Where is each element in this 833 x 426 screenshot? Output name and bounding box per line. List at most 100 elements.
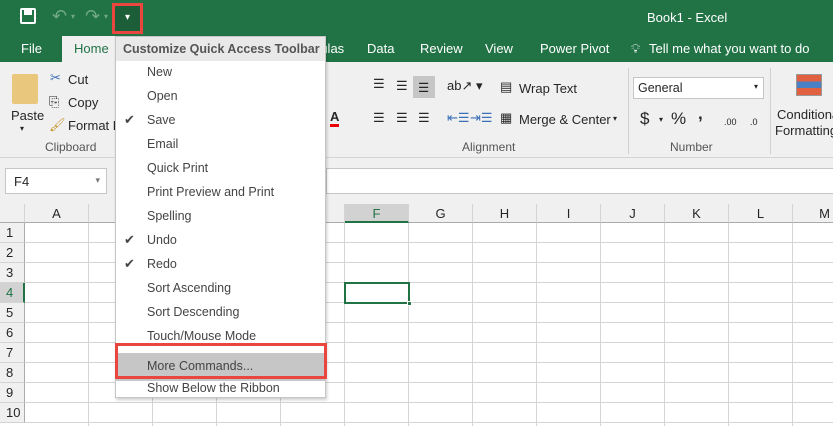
row-header[interactable]: 1 [0,223,25,243]
menu-item[interactable]: ✔ Save [116,109,325,133]
undo-icon[interactable]: ↶ [52,6,67,27]
wrap-text-icon: ▤ [500,79,513,94]
menu-item-label: Spelling [147,209,192,223]
menu-item-label: Save [147,113,176,127]
save-icon[interactable] [20,8,36,24]
customize-dropdown-icon: ▾ [124,12,131,23]
orientation-icon[interactable]: ab↗ ▾ [447,78,483,94]
row-header[interactable]: 3 [0,263,25,283]
column-header[interactable]: L [729,204,793,223]
column-header[interactable]: K [665,204,729,223]
paste-icon [12,74,38,104]
menu-item[interactable]: Sort Ascending [116,277,325,301]
increase-decimal-button[interactable]: .00 [724,117,737,127]
row-header[interactable]: 2 [0,243,25,263]
name-box[interactable]: F4 ▾ [5,168,107,194]
format-painter-button[interactable]: Format P [68,118,121,133]
row-header[interactable]: 8 [0,363,25,383]
menu-title: Customize Quick Access Toolbar [116,37,325,61]
lightbulb-icon: 💡︎ [631,41,641,56]
menu-item[interactable]: Sort Descending [116,301,325,325]
menu-item-label: Touch/Mouse Mode [147,329,257,343]
menu-item[interactable]: Open [116,85,325,109]
top-align-icon[interactable]: ☰ [373,76,385,92]
decrease-indent-icon[interactable]: ⇤☰ [447,110,470,126]
redo-icon[interactable]: ↷ [85,6,100,27]
more-commands-highlight-box [115,343,327,379]
tab-file[interactable]: File [21,41,42,56]
merge-center-icon: ▦ [500,110,513,125]
row-header[interactable]: 7 [0,343,25,363]
menu-item-label: New [147,65,173,79]
checkmark-icon: ✔ [124,112,135,127]
comma-button[interactable]: , [698,104,703,124]
align-center-icon[interactable]: ☰ [396,110,408,126]
row-header[interactable]: 6 [0,323,25,343]
number-format-select[interactable]: General ▾ [633,77,764,99]
tell-me-search[interactable]: Tell me what you want to do [649,41,809,56]
column-header[interactable]: F [345,204,409,223]
menu-item[interactable]: Print Preview and Print [116,181,325,205]
font-color-icon[interactable]: A [330,109,340,127]
paste-button[interactable]: Paste [11,108,44,123]
align-right-icon[interactable]: ☰ [418,110,430,126]
bottom-align-icon[interactable]: ☰ [413,76,435,98]
chevron-down-icon: ▾ [95,175,100,185]
tab-power-pivot[interactable]: Power Pivot [540,41,609,56]
menu-item[interactable]: New [116,61,325,85]
align-left-icon[interactable]: ☰ [373,110,385,126]
cut-icon: ✂ [50,70,61,85]
customize-qat-button[interactable]: ▾ [112,3,143,34]
menu-item[interactable]: ✔ Redo [116,253,325,277]
checkmark-icon: ✔ [124,256,135,271]
redo-dropdown-icon[interactable]: ▾ [104,12,108,21]
tab-view[interactable]: View [485,41,513,56]
middle-align-icon[interactable]: ☰ [396,78,408,94]
menu-item[interactable]: Email [116,133,325,157]
row-header[interactable]: 4 [0,283,25,303]
menu-item-label: Show Below the Ribbon [147,381,280,395]
clipboard-group-label: Clipboard [45,140,97,154]
percent-button[interactable]: % [671,109,686,129]
select-all-corner[interactable] [0,204,25,223]
column-header[interactable]: G [409,204,473,223]
tab-review[interactable]: Review [420,41,463,56]
menu-item[interactable]: Quick Print [116,157,325,181]
row-header[interactable]: 10 [0,403,25,423]
copy-button[interactable]: Copy [68,95,98,110]
column-header[interactable]: J [601,204,665,223]
merge-dropdown-icon[interactable]: ▾ [613,114,617,123]
tab-data[interactable]: Data [367,41,394,56]
chevron-down-icon: ▾ [753,82,758,91]
currency-dropdown-icon[interactable]: ▾ [659,115,663,124]
menu-item-label: Redo [147,257,177,271]
increase-indent-icon[interactable]: ⇥☰ [470,110,493,126]
cut-button[interactable]: Cut [68,72,88,87]
currency-button[interactable]: $ [640,109,649,129]
column-header[interactable]: I [537,204,601,223]
row-header[interactable]: 9 [0,383,25,403]
row-header[interactable]: 5 [0,303,25,323]
title-bar: ↶ ▾ ↷ ▾ ▾ Book1 - Excel [0,0,833,36]
tab-home[interactable]: Home [62,36,116,62]
number-group-label: Number [670,140,713,154]
column-header[interactable]: A [25,204,89,223]
menu-item-label: Sort Ascending [147,281,232,295]
copy-icon: ⎘ [49,94,60,109]
paste-dropdown-icon[interactable]: ▾ [20,124,24,133]
column-header[interactable]: H [473,204,537,223]
conditional-formatting-button[interactable]: Conditional [777,107,833,122]
decrease-decimal-button[interactable]: .0 [750,117,758,127]
merge-center-button[interactable]: Merge & Center [519,112,611,127]
menu-item[interactable]: ✔ Undo [116,229,325,253]
undo-dropdown-icon[interactable]: ▾ [71,12,75,21]
formula-input[interactable] [326,168,833,194]
menu-item[interactable]: Spelling [116,205,325,229]
name-box-value: F4 [14,174,30,189]
menu-item-label: Print Preview and Print [147,185,275,199]
menu-item[interactable]: Show Below the Ribbon [116,377,325,401]
column-header[interactable]: M [793,204,833,223]
selected-cell[interactable] [344,282,412,306]
number-format-value: General [638,81,683,95]
wrap-text-button[interactable]: Wrap Text [519,81,577,96]
